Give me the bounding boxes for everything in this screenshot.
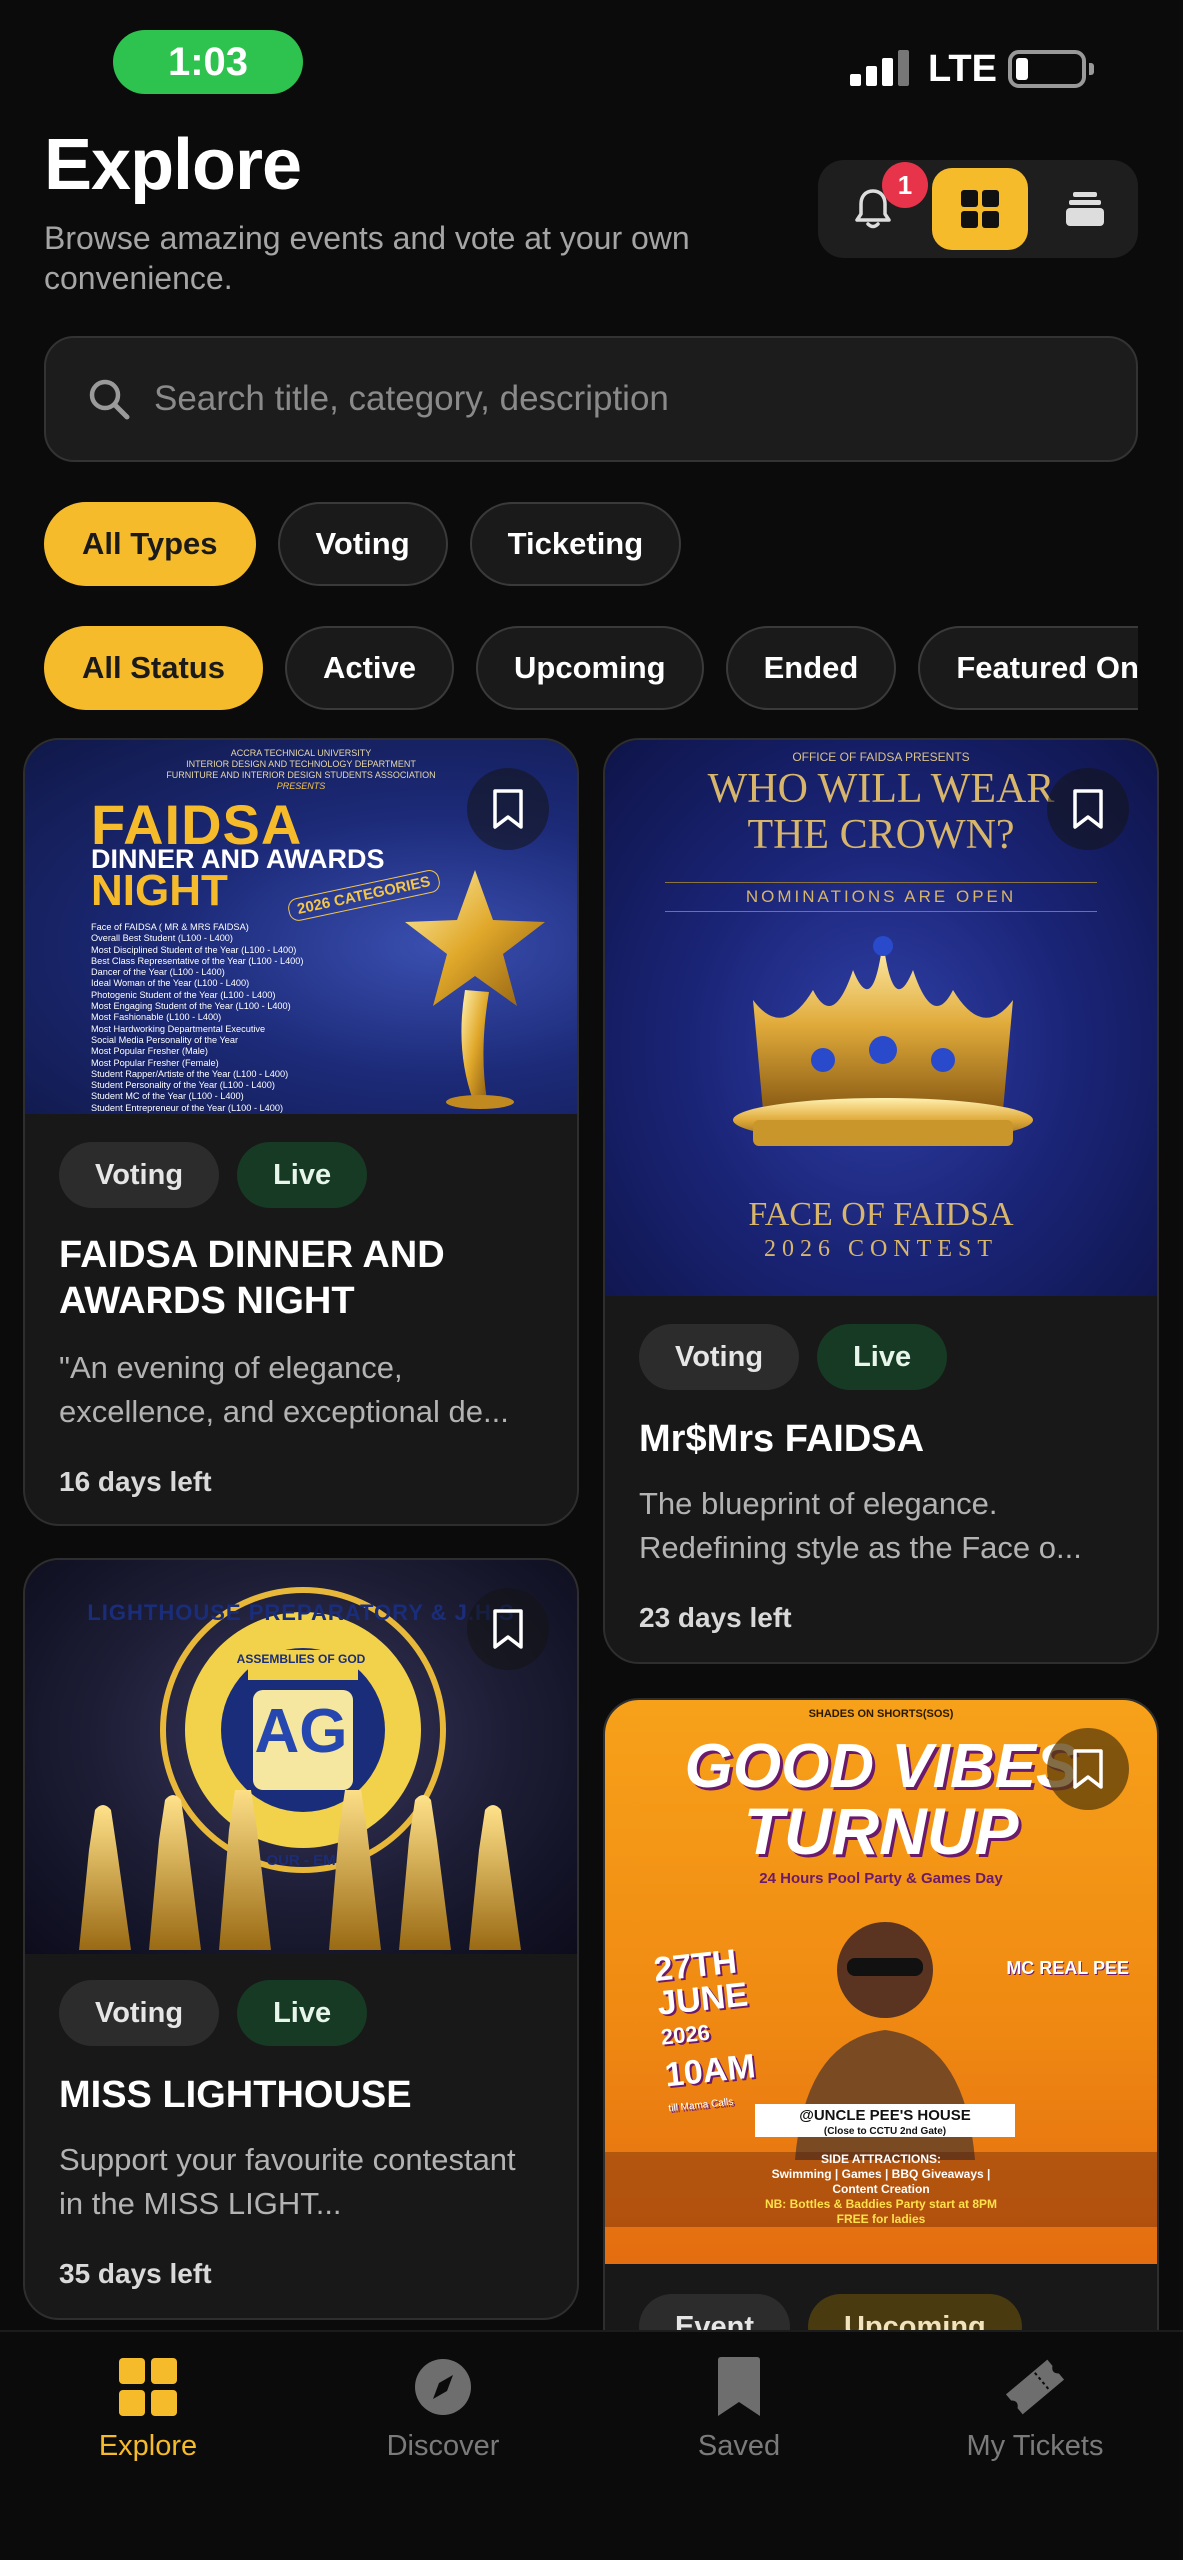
signal-icon [850,46,909,86]
gold-figures-icon [79,1790,521,1950]
event-card[interactable]: SHADES ON SHORTS(SOS) GOOD VIBES TURNUP … [603,1698,1159,2398]
filter-all-status[interactable]: All Status [44,626,263,710]
list-view-button[interactable] [1044,168,1126,250]
filter-active[interactable]: Active [284,626,455,710]
battery-icon [1008,50,1094,88]
event-card[interactable]: LIGHTHOUSE PREPARATORY & J.H.S ASSEMBLIE… [23,1558,579,2320]
grid-view-button[interactable] [932,168,1028,250]
bookmark-button[interactable] [1047,1728,1129,1810]
event-poster: SHADES ON SHORTS(SOS) GOOD VIBES TURNUP … [605,1700,1157,2264]
nav-label: My Tickets [966,2430,1104,2462]
type-filter-row: All Types Voting Ticketing [44,502,682,586]
crown-icon [733,936,1033,1146]
status-filter-row[interactable]: All Status Active Upcoming Ended Feature… [44,626,1138,710]
notification-badge: 1 [882,162,928,208]
bookmark-icon [704,2352,774,2422]
nav-label: Explore [98,2430,198,2462]
event-description: "An evening of elegance, excellence, and… [59,1350,509,1429]
search-bar[interactable] [44,336,1138,462]
stack-icon [1066,192,1104,226]
bookmark-button[interactable] [467,1588,549,1670]
event-status-tag: Live [817,1324,948,1390]
filter-upcoming[interactable]: Upcoming [476,626,704,710]
search-input[interactable] [154,379,1136,419]
bookmark-button[interactable] [1047,768,1129,850]
event-type-tag: Voting [59,1142,220,1208]
bookmark-icon [1073,1749,1103,1789]
bookmark-icon [1073,789,1103,829]
filter-ended[interactable]: Ended [725,626,897,710]
bookmark-icon [493,1609,523,1649]
nav-discover[interactable]: Discover [313,2352,573,2463]
event-days-left: 16 days left [59,1466,212,1497]
event-poster: OFFICE OF FAIDSA PRESENTS WHO WILL WEAR … [605,740,1157,1296]
event-type-tag: Voting [639,1324,800,1390]
filter-all-types[interactable]: All Types [44,502,256,586]
filter-ticketing[interactable]: Ticketing [469,502,682,586]
status-time: 1:03 [113,30,303,94]
event-status-tag: Live [237,1980,368,2046]
bookmark-icon [493,789,523,829]
event-title: Mr$Mrs FAIDSA [639,1418,925,1460]
event-card[interactable]: ACCRA TECHNICAL UNIVERSITY INTERIOR DESI… [23,738,579,1526]
nav-my-tickets[interactable]: My Tickets [905,2352,1165,2463]
compass-icon [408,2352,478,2422]
bottom-nav: Explore Discover Saved My Tickets [0,2330,1183,2560]
filter-voting[interactable]: Voting [277,502,448,586]
nav-explore[interactable]: Explore [18,2352,278,2463]
nav-label: Discover [386,2430,500,2462]
event-title: FAIDSA DINNER AND AWARDS NIGHT [59,1234,445,1322]
event-days-left: 23 days left [639,1602,792,1633]
grid-icon [961,190,999,228]
page-subtitle: Browse amazing events and vote at your o… [44,220,690,296]
event-title: MISS LIGHTHOUSE [59,2074,412,2116]
star-trophy-icon [405,870,545,1109]
status-bar: 1:03 LTE [0,0,1183,120]
event-type-tag: Voting [59,1980,220,2046]
nav-saved[interactable]: Saved [609,2352,869,2463]
event-poster: ACCRA TECHNICAL UNIVERSITY INTERIOR DESI… [25,740,577,1114]
grid-icon [113,2352,183,2422]
ticket-icon [1000,2352,1070,2422]
network-label: LTE [928,48,997,90]
event-poster: LIGHTHOUSE PREPARATORY & J.H.S ASSEMBLIE… [25,1560,577,1954]
header-actions [818,160,1138,258]
page-title: Explore [44,125,302,205]
bookmark-button[interactable] [467,768,549,850]
event-status-tag: Live [237,1142,368,1208]
event-days-left: 35 days left [59,2258,212,2289]
event-description: Support your favourite contestant in the… [59,2142,516,2221]
filter-featured-only[interactable]: Featured Only [918,626,1138,710]
event-card[interactable]: OFFICE OF FAIDSA PRESENTS WHO WILL WEAR … [603,738,1159,1664]
event-description: The blueprint of elegance. Redefining st… [639,1486,1082,1565]
nav-label: Saved [697,2430,781,2462]
search-icon [84,374,134,424]
